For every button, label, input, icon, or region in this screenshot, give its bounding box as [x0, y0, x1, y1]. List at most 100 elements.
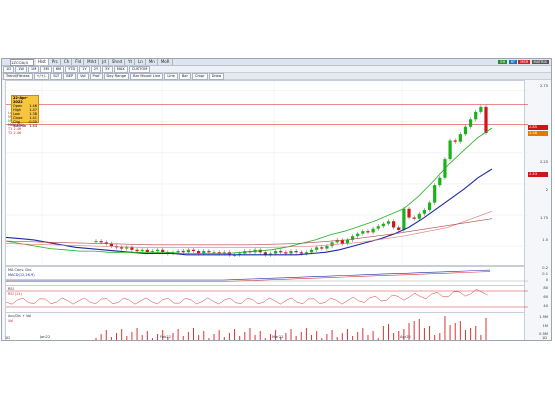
volume-bar	[182, 336, 184, 340]
volume-bar	[367, 335, 369, 340]
volume-panel[interactable]: Acc/Dis + Vol Vol	[5, 312, 525, 340]
study-button-11[interactable]: Draw	[208, 73, 225, 80]
x-tick-label: Mar22	[272, 335, 284, 339]
study-button-2[interactable]: SLT	[50, 73, 63, 80]
volume-bar	[95, 338, 97, 340]
tooltip-value: 1.44	[29, 124, 37, 128]
volume-bar	[470, 328, 472, 340]
rsi-panel[interactable]: RSI RSI (14)	[5, 285, 528, 313]
function-toolbar: 1ZCOA/4 Hist Prc Ch Fld Mrkt Jd Shnd Yt Ln Mn MoR …	[2, 59, 551, 66]
tab-2[interactable]: Ch	[62, 59, 73, 65]
period-button-6[interactable]: 1Y	[79, 66, 90, 73]
tab-5[interactable]: Jd	[100, 59, 109, 65]
tab-9[interactable]: Mn	[147, 59, 158, 65]
period-button-1[interactable]: 1W	[15, 66, 27, 73]
volume-bar	[228, 333, 230, 340]
volume-bar	[100, 334, 102, 340]
period-button-10[interactable]: CUSTOM	[128, 66, 151, 73]
volume-bar	[249, 328, 251, 340]
volume-bar	[459, 321, 461, 340]
candle-body	[402, 208, 406, 230]
price-tag-last: 2.48	[528, 131, 548, 136]
study-button-8[interactable]: Line	[164, 73, 178, 80]
y-tick-label: 2.25	[539, 160, 548, 164]
volume-bar	[352, 336, 354, 340]
candle-body	[191, 249, 196, 252]
volume-bar	[218, 330, 220, 340]
sub-tick-label: 80	[543, 286, 548, 290]
macd-sub: MACD(12,26,9)	[8, 273, 35, 277]
period-button-0[interactable]: 1D	[3, 66, 15, 73]
rt-header[interactable]: RT	[508, 60, 518, 64]
volume-bar	[141, 335, 143, 340]
period-button-8[interactable]: 5Y	[102, 66, 113, 73]
candle-body	[125, 247, 129, 249]
tab-1[interactable]: Prc	[50, 59, 61, 65]
tab-4[interactable]: Mrkt	[85, 59, 100, 65]
study-button-1[interactable]: +/+/-	[33, 73, 50, 80]
candle-body	[463, 126, 468, 135]
price-tag-target: 2.43	[528, 172, 548, 177]
sub-tick-label: 0	[545, 278, 548, 282]
period-toolbar: 1D 1W 1M 3M 6M YTD 1Y 2Y 5Y MAX CUSTOM	[2, 66, 551, 73]
sub-tick-label: 60	[543, 295, 548, 299]
tab-6[interactable]: Shnd	[110, 59, 126, 65]
volume-bar	[116, 333, 118, 340]
volume-bar	[146, 331, 148, 340]
macd-panel[interactable]: MA Conv. Div. MACD(12,26,9)	[5, 266, 528, 286]
period-button-3[interactable]: 3M	[40, 66, 52, 73]
study-button-6[interactable]: Day Range	[103, 73, 130, 80]
volume-bar	[285, 333, 287, 340]
tab-0[interactable]: Hist	[36, 59, 49, 65]
candle-body	[325, 246, 329, 249]
period-button-5[interactable]: YTD	[65, 66, 79, 73]
tab-7[interactable]: Yt	[126, 59, 136, 65]
symbol-input[interactable]: 1ZCOA/4	[10, 59, 34, 66]
sub-tick-label: 0.1	[542, 272, 548, 276]
msr-header[interactable]: MSR	[518, 60, 531, 64]
sub-tick-label: 1M	[542, 324, 548, 328]
price-chart-panel[interactable]: Last Price MAV (50) MAV (100) MAV (20) T…	[5, 80, 528, 266]
period-button-7[interactable]: 2Y	[90, 66, 102, 73]
study-button-10[interactable]: Cmpr	[191, 73, 208, 80]
period-button-4[interactable]: 6M	[52, 66, 65, 73]
tab-8[interactable]: Ln	[136, 59, 146, 65]
candle-body	[176, 251, 180, 253]
eh-header[interactable]: EH	[498, 60, 508, 64]
study-button-3[interactable]: BEP	[63, 73, 77, 80]
volume-bar	[382, 326, 384, 340]
tab-3[interactable]: Fld	[73, 59, 85, 65]
volume-bar	[234, 329, 236, 340]
candle-body	[99, 241, 103, 243]
candle-body	[330, 242, 334, 247]
mav20-line	[6, 127, 493, 254]
study-button-9[interactable]: Bar	[178, 73, 191, 80]
volume-title: Acc/Dis + Vol	[8, 314, 32, 318]
candle-body	[417, 213, 421, 219]
study-button-7[interactable]: Bar Mount Line	[130, 73, 164, 80]
x-tick-label: Jan22	[40, 335, 51, 339]
volume-bar	[454, 323, 456, 340]
tab-10[interactable]: MoR	[159, 59, 173, 65]
study-button-0[interactable]: Trend/Fitness	[3, 73, 33, 80]
candle-body	[274, 251, 278, 254]
study-button-4[interactable]: Vol	[77, 73, 89, 80]
study-button-5[interactable]: Prof	[89, 73, 103, 80]
volume-bar	[208, 338, 210, 340]
tab-strip: Hist Prc Ch Fld Mrkt Jd Shnd Yt Ln Mn MoR	[36, 59, 174, 65]
volume-bar	[336, 337, 338, 340]
candle-body	[427, 202, 432, 211]
volume-bar	[326, 334, 328, 340]
volume-bar	[198, 335, 200, 340]
candle-body	[94, 241, 98, 243]
matrix-header[interactable]: MATRIX	[531, 60, 549, 64]
rsi-line	[6, 289, 488, 305]
period-button-2[interactable]: 1M	[27, 66, 40, 73]
volume-bar	[311, 335, 313, 340]
volume-bar	[264, 338, 266, 340]
volume-bar	[254, 335, 256, 340]
volume-bar	[362, 328, 364, 340]
footer-right: 1D	[541, 336, 547, 340]
period-button-9[interactable]: MAX	[113, 66, 128, 73]
candle-body	[438, 177, 442, 186]
